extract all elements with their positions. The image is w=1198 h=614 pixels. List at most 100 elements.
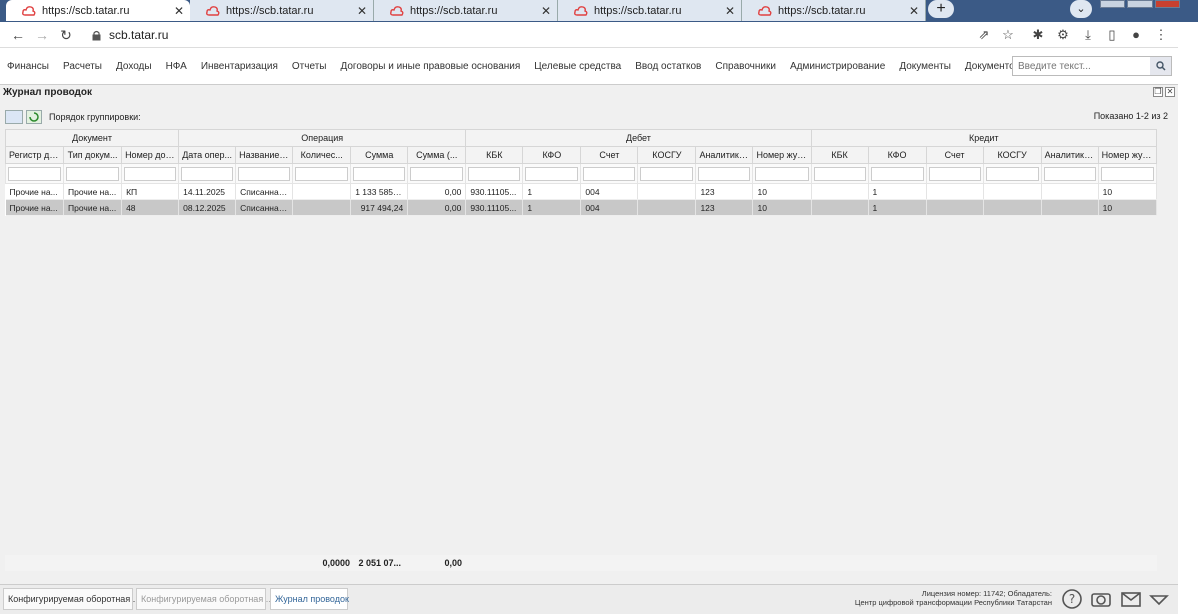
column-header[interactable]: Номер жур... — [1097, 146, 1158, 164]
filter-input[interactable] — [640, 166, 694, 181]
column-header[interactable]: Сумма — [350, 146, 409, 164]
filter-input[interactable] — [928, 166, 981, 181]
minimize-button[interactable] — [1100, 0, 1126, 8]
menu-item-nfa[interactable]: НФА — [159, 61, 194, 72]
maximize-button[interactable] — [1127, 0, 1153, 8]
filter-input[interactable] — [813, 166, 866, 181]
new-tab-button[interactable]: + — [928, 0, 954, 18]
column-header[interactable]: Сумма (... — [407, 146, 467, 164]
browser-tab-5[interactable]: https://scb.tatar.ru ✕ — [742, 0, 926, 21]
filter-input[interactable] — [755, 166, 809, 181]
menu-item-income[interactable]: Доходы — [109, 61, 159, 72]
menu-item-balances[interactable]: Ввод остатков — [628, 61, 708, 72]
window-tab-journal[interactable]: Журнал проводок — [270, 588, 349, 610]
close-icon[interactable]: ✕ — [721, 4, 735, 18]
camera-icon[interactable] — [1090, 588, 1112, 610]
filter-input[interactable] — [238, 166, 291, 181]
filter-input[interactable] — [698, 166, 751, 181]
restore-icon[interactable]: ❐ — [1153, 87, 1163, 97]
filter-input[interactable] — [525, 166, 579, 181]
filter-input[interactable] — [468, 166, 521, 181]
filter-input[interactable] — [124, 166, 177, 181]
column-header[interactable]: Номер док... — [121, 146, 180, 164]
column-header[interactable]: Номер жур... — [752, 146, 812, 164]
browser-tab-4[interactable]: https://scb.tatar.ru ✕ — [558, 0, 742, 21]
filter-input[interactable] — [66, 166, 120, 181]
tab-title: https://scb.tatar.ru — [778, 4, 866, 17]
filter-input[interactable] — [1043, 166, 1096, 181]
collapse-icon[interactable] — [1148, 588, 1170, 610]
url-field[interactable]: scb.tatar.ru — [86, 24, 1026, 46]
download-icon[interactable]: ⤓ — [1080, 27, 1096, 43]
license-info: Лицензия номер: 11742; Обладатель: Центр… — [855, 589, 1052, 607]
column-header[interactable]: Регистр до... — [4, 146, 65, 164]
column-header[interactable]: КБК — [465, 146, 524, 164]
cell: 14.11.2025 — [178, 183, 237, 200]
filter-input[interactable] — [870, 166, 924, 181]
more-menu-icon[interactable]: ⋮ — [1153, 27, 1169, 43]
browser-tab-2[interactable]: https://scb.tatar.ru ✕ — [190, 0, 374, 21]
sidebar-icon[interactable]: ▯ — [1104, 27, 1120, 43]
back-icon[interactable]: ← — [10, 27, 26, 43]
column-header[interactable]: Название ... — [235, 146, 294, 164]
close-icon[interactable]: ✕ — [170, 4, 184, 18]
window-tab-turnover-2[interactable]: Конфигурируемая оборотная ... — [136, 588, 273, 610]
column-header[interactable]: Аналитика... — [695, 146, 754, 164]
menu-item-finance[interactable]: Финансы — [0, 61, 56, 72]
window-tab-turnover-1[interactable]: Конфигурируемая оборотная ... — [3, 588, 140, 610]
total-sum: 2 051 07... — [358, 558, 401, 568]
menu-item-target-funds[interactable]: Целевые средства — [527, 61, 628, 72]
menu-item-contracts[interactable]: Договоры и иные правовые основания — [333, 61, 527, 72]
column-header[interactable]: КФО — [867, 146, 927, 164]
browser-tab-1[interactable]: https://scb.tatar.ru ✕ — [6, 0, 190, 21]
search-icon[interactable] — [1150, 57, 1171, 75]
share-icon[interactable]: ⇗ — [976, 27, 992, 43]
panel-title: Журнал проводок — [3, 87, 93, 98]
reload-icon[interactable]: ↻ — [58, 27, 74, 43]
table-row-selected[interactable]: Прочие на... Прочие на... 48 08.12.2025 Сп… — [5, 199, 1158, 216]
table-row[interactable]: Прочие на... Прочие на... КП 14.11.2025 Сп… — [5, 183, 1158, 200]
extensions-icon[interactable]: ✱ — [1030, 27, 1046, 43]
forward-icon[interactable]: → — [34, 27, 50, 43]
mail-icon[interactable] — [1120, 588, 1142, 610]
tab-search-icon[interactable]: ⌄ — [1070, 0, 1092, 18]
filter-input[interactable] — [985, 166, 1039, 181]
filter-input[interactable] — [8, 166, 62, 181]
close-icon[interactable]: ✕ — [353, 4, 367, 18]
menu-item-documents[interactable]: Документы — [892, 61, 958, 72]
search-input[interactable] — [1013, 57, 1150, 75]
menu-item-inventory[interactable]: Инвентаризация — [194, 61, 285, 72]
star-icon[interactable]: ☆ — [1000, 27, 1016, 43]
menu-item-settlements[interactable]: Расчеты — [56, 61, 109, 72]
column-header[interactable]: Аналитика... — [1040, 146, 1099, 164]
menu-item-admin[interactable]: Администрирование — [783, 61, 892, 72]
panel-close-icon[interactable]: ✕ — [1165, 87, 1175, 97]
column-header[interactable]: Счет — [925, 146, 984, 164]
column-header[interactable]: Дата опер... — [178, 146, 237, 164]
filter-input[interactable] — [295, 166, 349, 181]
column-header[interactable]: КФО — [522, 146, 582, 164]
filter-input[interactable] — [583, 166, 636, 181]
column-header[interactable]: Тип докум... — [63, 146, 123, 164]
cloud-icon — [206, 5, 220, 17]
window-close-button[interactable] — [1154, 0, 1180, 8]
menu-item-references[interactable]: Справочники — [708, 61, 783, 72]
column-header[interactable]: Счет — [580, 146, 639, 164]
close-icon[interactable]: ✕ — [905, 4, 919, 18]
close-icon[interactable]: ✕ — [537, 4, 551, 18]
column-header[interactable]: Количес... — [292, 146, 352, 164]
column-header[interactable]: КОСГУ — [637, 146, 697, 164]
column-header[interactable]: КБК — [810, 146, 869, 164]
help-icon[interactable]: ? — [1061, 588, 1083, 610]
extension-icon[interactable]: ⚙ — [1055, 27, 1071, 43]
profile-icon[interactable]: ● — [1128, 27, 1144, 43]
browser-tab-3[interactable]: https://scb.tatar.ru ✕ — [374, 0, 558, 21]
menu-item-reports[interactable]: Отчеты — [285, 61, 334, 72]
refresh-icon[interactable] — [26, 110, 42, 124]
filter-input[interactable] — [353, 166, 406, 181]
column-header[interactable]: КОСГУ — [982, 146, 1042, 164]
filter-input[interactable] — [1100, 166, 1154, 181]
filter-input[interactable] — [181, 166, 234, 181]
export-menu-icon[interactable] — [5, 110, 23, 124]
filter-input[interactable] — [410, 166, 464, 181]
